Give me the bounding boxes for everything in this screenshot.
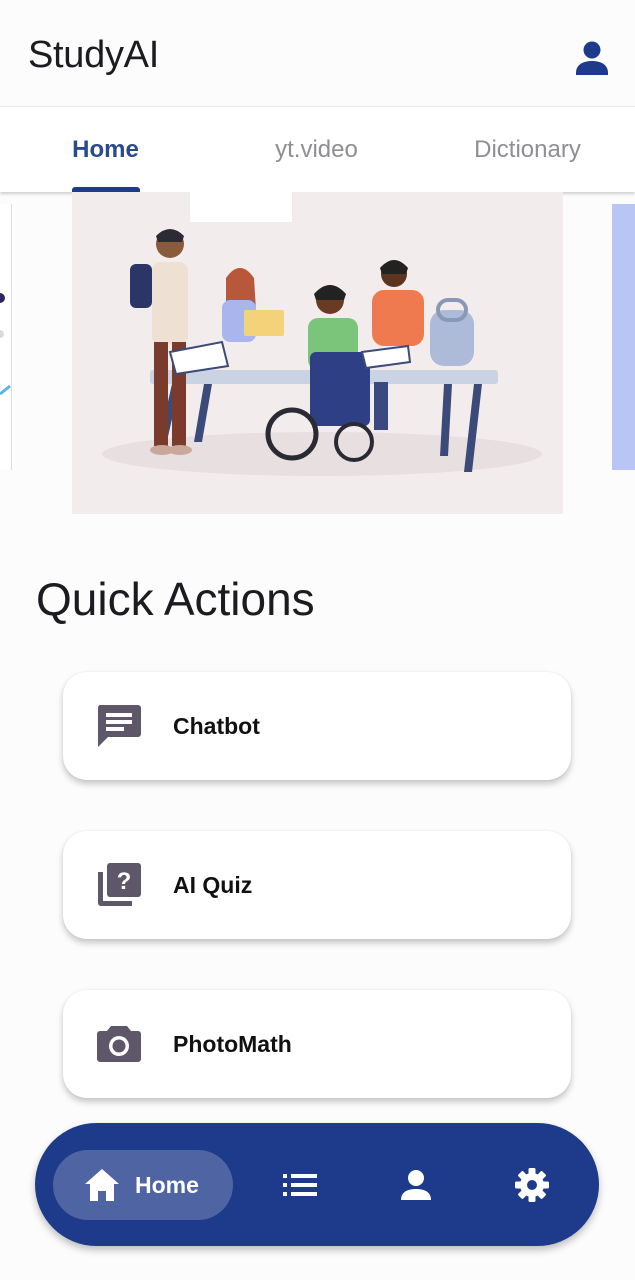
- chat-icon: [93, 700, 145, 752]
- students-studying-illustration: [72, 192, 563, 514]
- bottom-navigation: Home: [35, 1123, 599, 1246]
- person-icon: [401, 1170, 431, 1200]
- app-bar: StudyAI: [0, 0, 635, 106]
- ai-quiz-card[interactable]: ? AI Quiz: [63, 831, 571, 939]
- chatbot-label: Chatbot: [173, 712, 260, 739]
- settings-icon: [515, 1168, 549, 1202]
- photomath-card[interactable]: PhotoMath: [63, 990, 571, 1098]
- carousel-previous-slide[interactable]: [0, 204, 12, 470]
- carousel-slide-illustration[interactable]: [72, 192, 563, 514]
- person-icon: [576, 41, 608, 75]
- nav-home-button[interactable]: Home: [53, 1150, 233, 1220]
- home-icon: [85, 1169, 119, 1201]
- carousel-next-slide[interactable]: [612, 204, 635, 470]
- list-icon: [283, 1174, 317, 1196]
- tab-dictionary[interactable]: Dictionary: [422, 107, 633, 193]
- photomath-label: PhotoMath: [173, 1030, 292, 1057]
- nav-list-button[interactable]: [278, 1163, 322, 1207]
- nav-settings-button[interactable]: [510, 1163, 554, 1207]
- svg-text:?: ?: [117, 868, 132, 895]
- app-title: StudyAI: [28, 34, 159, 76]
- nav-profile-button[interactable]: [394, 1163, 438, 1207]
- chatbot-card[interactable]: Chatbot: [63, 672, 571, 780]
- image-carousel[interactable]: [0, 192, 635, 514]
- tab-bar: Home yt.video Dictionary: [0, 106, 635, 192]
- ai-quiz-label: AI Quiz: [173, 871, 253, 898]
- nav-home-label: Home: [135, 1171, 199, 1198]
- tab-yt-video[interactable]: yt.video: [211, 107, 422, 193]
- quick-actions-title: Quick Actions: [36, 573, 315, 625]
- tab-home[interactable]: Home: [0, 107, 211, 193]
- camera-icon: [93, 1018, 145, 1070]
- account-button[interactable]: [575, 40, 609, 76]
- quiz-icon: ?: [93, 859, 145, 911]
